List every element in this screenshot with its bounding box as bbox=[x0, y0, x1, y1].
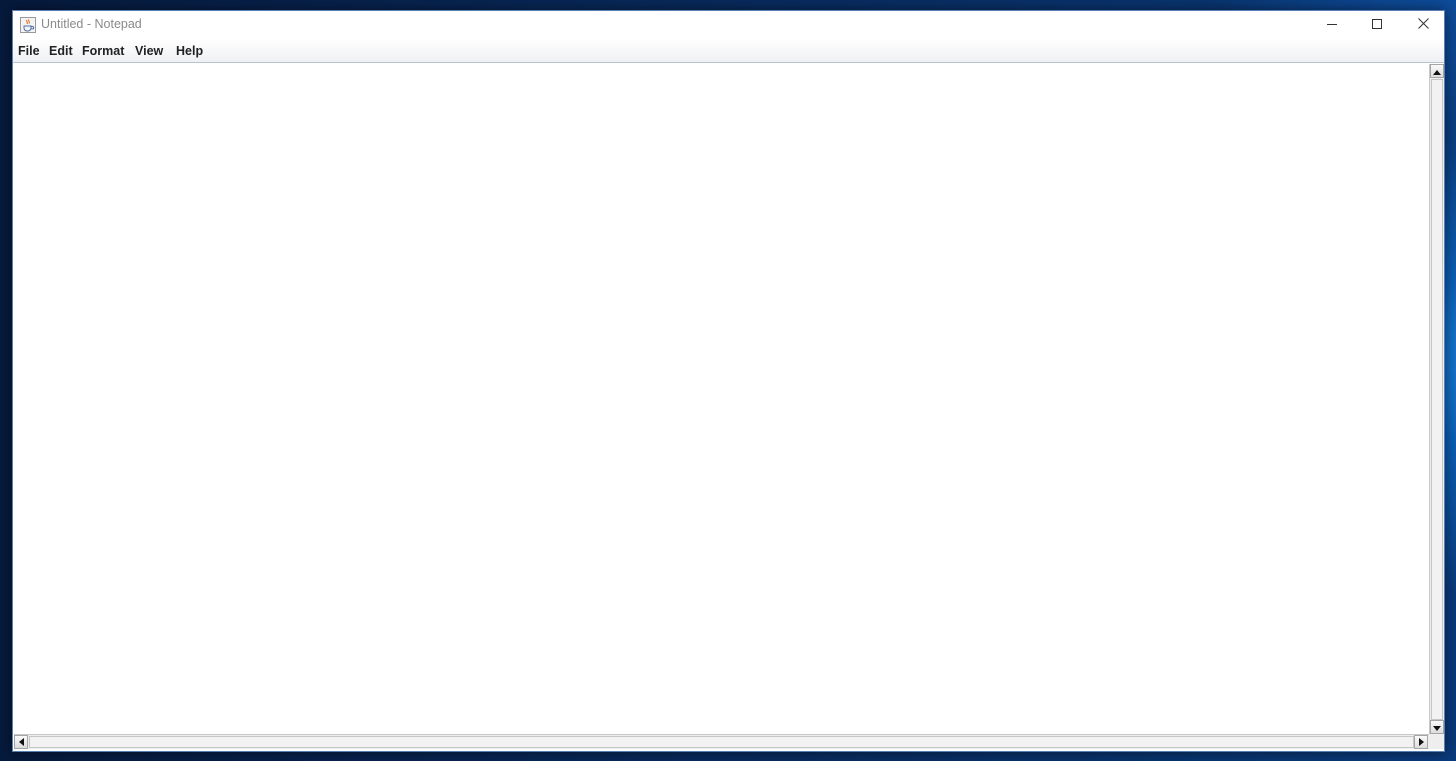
scroll-down-button[interactable] bbox=[1430, 720, 1444, 734]
window-title: Untitled - Notepad bbox=[41, 17, 142, 31]
menu-edit[interactable]: Edit bbox=[49, 44, 73, 58]
scrollbar-corner bbox=[1429, 734, 1444, 749]
scroll-right-button[interactable] bbox=[1414, 735, 1428, 749]
minimize-icon bbox=[1327, 16, 1337, 34]
vertical-scroll-track[interactable] bbox=[1431, 79, 1443, 720]
arrow-left-icon bbox=[18, 733, 24, 751]
java-cup-icon[interactable] bbox=[20, 17, 36, 33]
minimize-button[interactable] bbox=[1309, 11, 1355, 39]
close-button[interactable] bbox=[1400, 11, 1446, 39]
horizontal-scroll-track[interactable] bbox=[29, 736, 1414, 748]
close-icon bbox=[1417, 16, 1429, 34]
menu-file[interactable]: File bbox=[18, 44, 40, 58]
notepad-window: Untitled - Notepad File Edit Format View… bbox=[12, 10, 1445, 752]
vertical-scrollbar[interactable] bbox=[1429, 64, 1444, 735]
scroll-up-button[interactable] bbox=[1430, 64, 1444, 78]
arrow-right-icon bbox=[1418, 733, 1424, 751]
maximize-button[interactable] bbox=[1354, 11, 1400, 39]
maximize-icon bbox=[1372, 16, 1382, 34]
menu-bar: File Edit Format View Help bbox=[13, 39, 1444, 63]
menu-help[interactable]: Help bbox=[176, 44, 203, 58]
title-bar[interactable]: Untitled - Notepad bbox=[13, 11, 1444, 39]
menu-view[interactable]: View bbox=[135, 44, 163, 58]
scroll-left-button[interactable] bbox=[14, 735, 28, 749]
arrow-up-icon bbox=[1433, 62, 1441, 80]
text-editor[interactable] bbox=[14, 64, 1429, 734]
menu-format[interactable]: Format bbox=[82, 44, 124, 58]
horizontal-scrollbar[interactable] bbox=[14, 734, 1429, 749]
